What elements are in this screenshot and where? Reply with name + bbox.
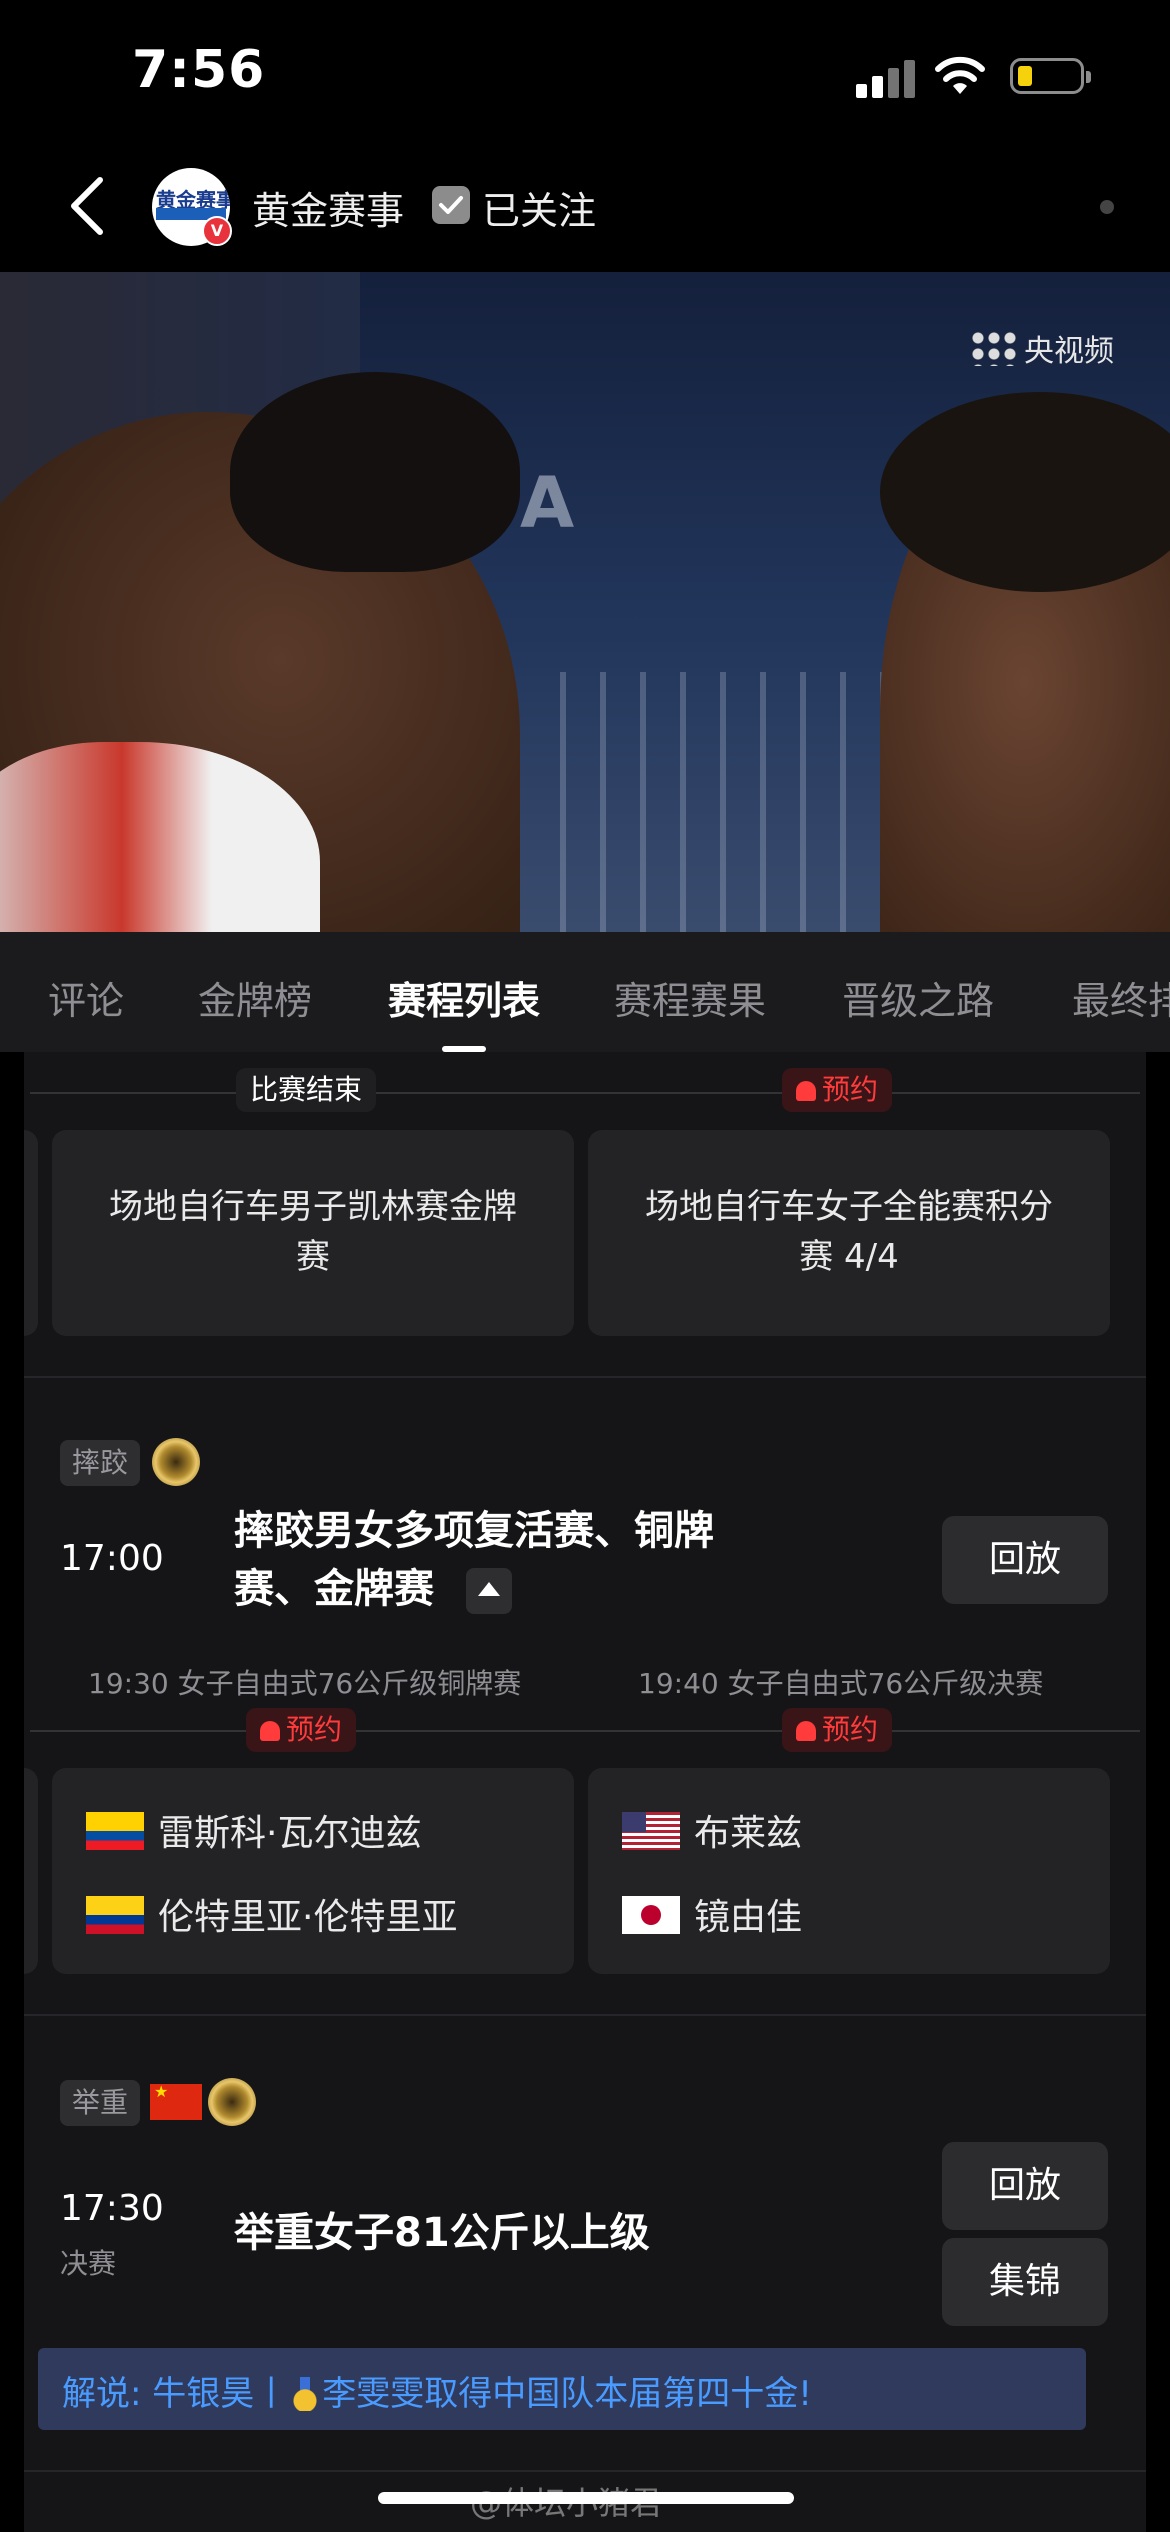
video-player[interactable]: A	[0, 272, 1170, 932]
gold-medal-icon	[208, 2078, 256, 2126]
card-title-line2: 赛	[296, 1237, 330, 1277]
yangshipin-logo-icon	[970, 330, 1016, 366]
status-time: 7:56	[132, 40, 266, 100]
event-title-line1: 摔跤男女多项复活赛、铜牌	[234, 1508, 714, 1554]
event-stage: 决赛	[60, 2247, 117, 2280]
bell-icon	[796, 1721, 816, 1741]
reserve-label: 预约	[822, 1073, 879, 1106]
tab-advancement[interactable]: 晋级之路	[842, 970, 994, 1025]
event-card-cycling-keirin[interactable]: 场地自行车男子凯林赛金牌 赛	[52, 1130, 574, 1336]
status-ended-tag: 比赛结束	[236, 1068, 377, 1112]
cellular-signal-icon	[856, 58, 916, 98]
athlete-name: 雷斯科·瓦尔迪兹	[158, 1813, 422, 1854]
verified-badge: V	[202, 216, 232, 246]
wrestler-left-hair	[230, 372, 520, 572]
bell-icon	[796, 1081, 816, 1101]
card-title-line1: 场地自行车男子凯林赛金牌	[109, 1187, 517, 1227]
tab-schedule-results[interactable]: 赛程赛果	[614, 970, 766, 1025]
athlete-name: 镜由佳	[694, 1897, 803, 1938]
medal-emoji-icon	[292, 2377, 319, 2411]
battery-icon	[1010, 58, 1091, 94]
video-watermark: 央视频	[970, 326, 1114, 370]
usa-flag-icon	[622, 1812, 680, 1850]
matchup-card-final[interactable]: 布莱兹 镜由佳	[588, 1768, 1110, 1974]
japan-flag-icon	[622, 1896, 680, 1934]
follow-status-button[interactable]: 已关注	[482, 180, 596, 235]
athlete-name: 伦特里亚·伦特里亚	[158, 1897, 458, 1938]
highlights-button[interactable]: 集锦	[942, 2238, 1108, 2326]
timeline-divider	[30, 1730, 1140, 1732]
event-title-line2: 赛、金牌赛	[234, 1566, 434, 1612]
tab-comments[interactable]: 评论	[48, 970, 124, 1025]
gold-medal-icon	[152, 1438, 200, 1486]
home-indicator[interactable]	[378, 2492, 794, 2504]
followed-check-icon[interactable]	[432, 186, 470, 224]
video-watermark-text: 央视频	[1024, 334, 1114, 369]
video-sign: A	[520, 462, 575, 544]
commentary-prefix: 解说: 牛银昊丨	[62, 2374, 289, 2414]
event-time: 17:00	[60, 1538, 164, 1579]
card-title-line2: 赛 4/4	[799, 1237, 899, 1277]
event-card-cycling-omnium[interactable]: 场地自行车女子全能赛积分 赛 4/4	[588, 1130, 1110, 1336]
sub-event-bronze: 19:30 女子自由式76公斤级铜牌赛	[88, 1667, 522, 1700]
sport-tag-wrestling: 摔跤	[60, 1440, 141, 1486]
reserve-label: 预约	[822, 1713, 879, 1746]
replay-button[interactable]: 回放	[942, 1516, 1108, 1604]
timeline-divider	[30, 1092, 1140, 1094]
event-title: 举重女子81公斤以上级	[234, 2210, 650, 2256]
tab-schedule-list[interactable]: 赛程列表	[388, 970, 540, 1025]
replay-button[interactable]: 回放	[942, 2142, 1108, 2230]
sub-event-final: 19:40 女子自由式76公斤级决赛	[638, 1667, 1044, 1700]
tab-medal-table[interactable]: 金牌榜	[198, 970, 312, 1025]
prev-card-edge	[24, 1768, 38, 1974]
sport-tag-weightlifting: 举重	[60, 2080, 141, 2126]
china-flag-icon	[150, 2082, 202, 2120]
section-divider	[24, 2014, 1146, 2016]
ecuador-flag-icon	[86, 1812, 144, 1850]
section-divider	[24, 1376, 1146, 1378]
reserve-label: 预约	[286, 1713, 343, 1746]
commentary-text: 解说: 牛银昊丨 李雯雯取得中国队本届第四十金!	[62, 2366, 812, 2415]
commentary-message: 李雯雯取得中国队本届第四十金!	[322, 2374, 812, 2414]
reserve-tag[interactable]: 预约	[782, 1708, 893, 1752]
reserve-tag[interactable]: 预约	[782, 1068, 893, 1112]
card-title-line1: 场地自行车女子全能赛积分	[645, 1187, 1053, 1227]
event-time: 17:30	[60, 2188, 164, 2229]
matchup-card-bronze[interactable]: 雷斯科·瓦尔迪兹 伦特里亚·伦特里亚	[52, 1768, 574, 1974]
athlete-name: 布莱兹	[694, 1813, 803, 1854]
back-arrow-icon[interactable]	[64, 176, 114, 236]
channel-name[interactable]: 黄金赛事	[252, 180, 404, 235]
reserve-tag[interactable]: 预约	[246, 1708, 357, 1752]
tab-final-ranking[interactable]: 最终排	[1072, 970, 1170, 1025]
tab-bar: 评论 金牌榜 赛程列表 赛程赛果 晋级之路 最终排	[0, 932, 1170, 1052]
commentary-banner[interactable]: 解说: 牛银昊丨 李雯雯取得中国队本届第四十金!	[38, 2348, 1086, 2430]
section-divider	[24, 2470, 1146, 2472]
prev-card-edge	[24, 1130, 38, 1336]
wifi-icon	[935, 56, 985, 94]
bell-icon	[260, 1721, 280, 1741]
collapse-chevron-up-icon[interactable]	[466, 1568, 512, 1614]
more-dot-icon[interactable]	[1100, 200, 1114, 214]
colombia-flag-icon	[86, 1896, 144, 1934]
